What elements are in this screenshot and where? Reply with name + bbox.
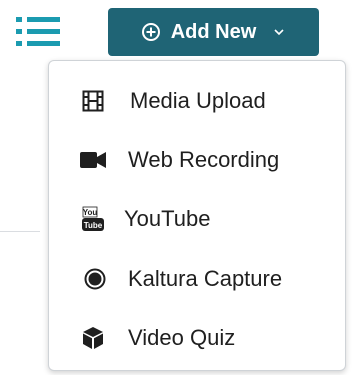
- svg-text:Tube: Tube: [84, 221, 103, 230]
- add-new-dropdown-menu: Media Upload Web Recording You Tube YouT…: [48, 60, 346, 371]
- chevron-down-icon: [272, 25, 286, 39]
- video-camera-icon: [80, 151, 106, 169]
- list-icon: [16, 17, 60, 46]
- menu-item-label: Video Quiz: [128, 325, 236, 350]
- menu-item-label: Kaltura Capture: [128, 266, 283, 291]
- cube-icon: [82, 326, 104, 350]
- menu-item-kaltura-capture[interactable]: Kaltura Capture: [49, 250, 345, 308]
- menu-item-youtube[interactable]: You Tube YouTube: [49, 190, 345, 248]
- divider: [0, 231, 40, 232]
- film-icon: [82, 90, 104, 112]
- menu-item-label: Media Upload: [130, 88, 266, 113]
- menu-item-label: YouTube: [124, 206, 211, 231]
- menu-item-media-upload[interactable]: Media Upload: [49, 72, 345, 130]
- youtube-icon: You Tube: [82, 206, 104, 232]
- add-new-label: Add New: [170, 20, 257, 43]
- record-icon: [84, 268, 106, 290]
- menu-item-web-recording[interactable]: Web Recording: [49, 131, 345, 189]
- list-toggle-button[interactable]: [14, 14, 62, 50]
- plus-circle-icon: [141, 22, 161, 42]
- add-new-button[interactable]: Add New: [108, 8, 319, 56]
- menu-item-video-quiz[interactable]: Video Quiz: [49, 309, 345, 367]
- svg-text:You: You: [83, 208, 98, 217]
- menu-item-label: Web Recording: [128, 147, 280, 172]
